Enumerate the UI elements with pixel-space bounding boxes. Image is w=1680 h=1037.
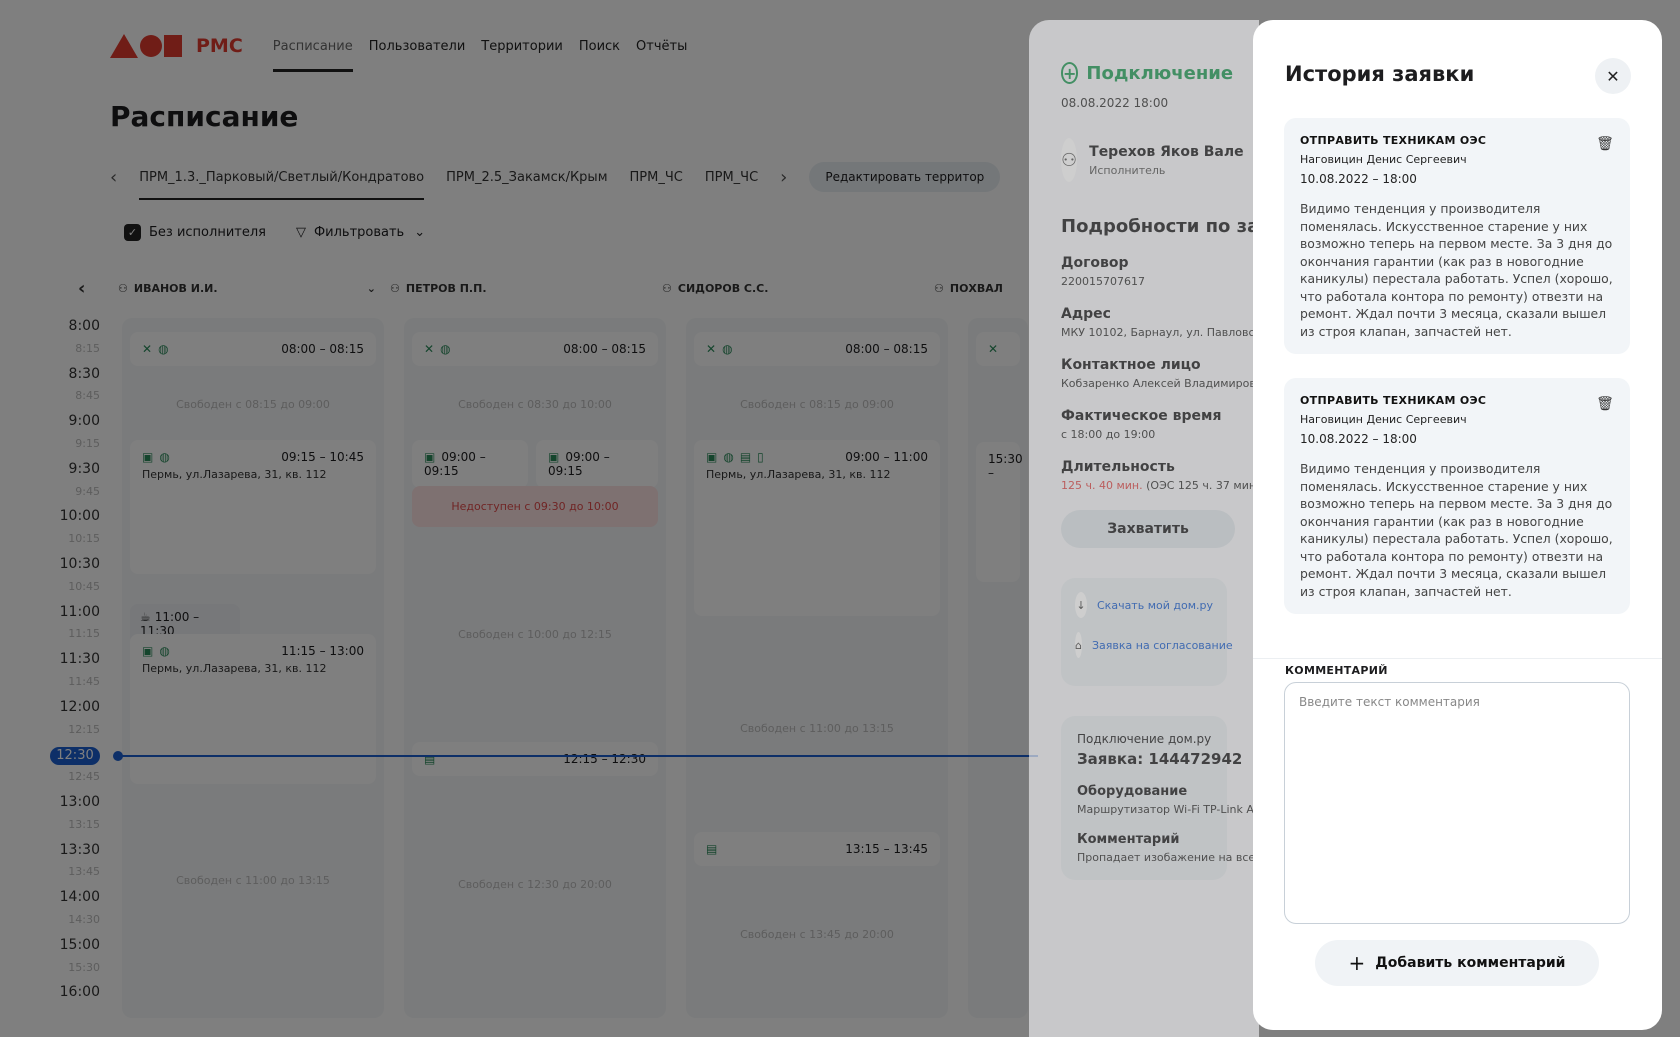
duration-field: Длительность 125 ч. 40 мин. (ОЭС 125 ч. 3… (1061, 459, 1259, 492)
entry-author: Наговицин Денис Сергеевич (1300, 413, 1467, 426)
field-label: Договор (1061, 255, 1129, 271)
executor-role: Исполнитель (1089, 163, 1166, 177)
user-icon: ⚇ (1061, 138, 1078, 182)
equipment-value: Маршрутизатор Wi-Fi TP-Link Ar EC220_G5 (1077, 803, 1259, 816)
entry-text: Видимо тенденция у производителя поменял… (1300, 201, 1613, 339)
action-label: Заявка на согласование (1091, 638, 1233, 652)
request-type: + Подключение (1061, 62, 1233, 84)
field-value: с 18:00 до 19:00 (1061, 428, 1156, 441)
duration-detail: (ОЭС 125 ч. 37 мин./ (1146, 479, 1259, 492)
field-value: Кобзаренко Алексей Владимирович (1061, 377, 1259, 390)
request-type-label: Подключение (1086, 62, 1234, 84)
action-label: Скачать мой дом.ру (1097, 598, 1213, 612)
duration-overdue: 125 ч. 40 мин. (1061, 479, 1143, 492)
comment-value: Пропадает изобажение на всех к интернет … (1077, 851, 1259, 864)
trash-icon[interactable]: 🗑 (1596, 134, 1614, 154)
order-number: Заявка: 144472942 (1077, 750, 1243, 768)
plus-icon: + (1348, 951, 1366, 975)
download-action[interactable]: ↓ Скачать мой дом.ру (1075, 592, 1213, 618)
field-label: Контактное лицо (1061, 357, 1201, 373)
comment-label: Комментарий (1077, 832, 1180, 847)
comment-label: КОММЕНТАРИЙ (1285, 664, 1388, 677)
home-icon: ⌂ (1075, 632, 1082, 658)
history-entry: ОТПРАВИТЬ ТЕХНИКАМ ОЭС Наговицин Денис С… (1284, 118, 1630, 354)
close-button[interactable]: ✕ (1595, 58, 1631, 94)
grab-button[interactable]: Захватить (1061, 510, 1235, 548)
plus-circle-icon: + (1061, 62, 1079, 84)
actual-time-field: Фактическое время с 18:00 до 19:00 (1061, 408, 1227, 441)
field-label: Фактическое время (1061, 408, 1222, 424)
executor-name: Терехов Яков Вале (1089, 143, 1244, 160)
history-drawer: История заявки ✕ ОТПРАВИТЬ ТЕХНИКАМ ОЭС … (1253, 20, 1662, 1030)
field-value: 220015707617 (1061, 275, 1145, 288)
equipment-label: Оборудование (1077, 784, 1188, 799)
entry-title: ОТПРАВИТЬ ТЕХНИКАМ ОЭС (1300, 394, 1487, 407)
history-entry: ОТПРАВИТЬ ТЕХНИКАМ ОЭС Наговицин Денис С… (1284, 378, 1630, 614)
entry-date: 10.08.2022 – 18:00 (1300, 172, 1417, 186)
field-value: МКУ 10102, Барнаул, ул. Павловски (1061, 326, 1259, 339)
details-title: Подробности по зака (1061, 216, 1259, 237)
executor-block[interactable]: ⚇ Терехов Яков Вале Исполнитель (1061, 138, 1244, 182)
actions-block: ↓ Скачать мой дом.ру ⌂ Заявка на согласова… (1061, 578, 1233, 686)
field-label: Адрес (1061, 306, 1111, 322)
entry-title: ОТПРАВИТЬ ТЕХНИКАМ ОЭС (1300, 134, 1487, 147)
address-field: Адрес МКУ 10102, Барнаул, ул. Павловски (1061, 306, 1259, 339)
field-label: Длительность (1061, 459, 1175, 475)
approval-action[interactable]: ⌂ Заявка на согласование (1075, 632, 1233, 658)
divider (1253, 658, 1662, 659)
contract-field: Договор 220015707617 (1061, 255, 1227, 288)
comment-input[interactable] (1284, 682, 1630, 924)
drawer-title: История заявки (1285, 62, 1475, 86)
request-details-panel: + Подключение 08.08.2022 18:00 ⚇ Терехов … (1029, 20, 1259, 1037)
close-icon: ✕ (1606, 66, 1620, 86)
order-card: Подключение дом.ру Заявка: 144472942 Обо… (1061, 716, 1259, 880)
request-date: 08.08.2022 18:00 (1061, 96, 1169, 110)
entry-date: 10.08.2022 – 18:00 (1300, 432, 1417, 446)
contact-field: Контактное лицо Кобзаренко Алексей Владим… (1061, 357, 1259, 390)
add-comment-button[interactable]: + Добавить комментарий (1315, 940, 1599, 986)
add-comment-label: Добавить комментарий (1375, 955, 1566, 971)
trash-icon[interactable]: 🗑 (1596, 394, 1614, 414)
entry-text: Видимо тенденция у производителя поменял… (1300, 461, 1613, 599)
order-source: Подключение дом.ру (1077, 732, 1212, 746)
download-icon: ↓ (1075, 592, 1087, 618)
entry-author: Наговицин Денис Сергеевич (1300, 153, 1467, 166)
